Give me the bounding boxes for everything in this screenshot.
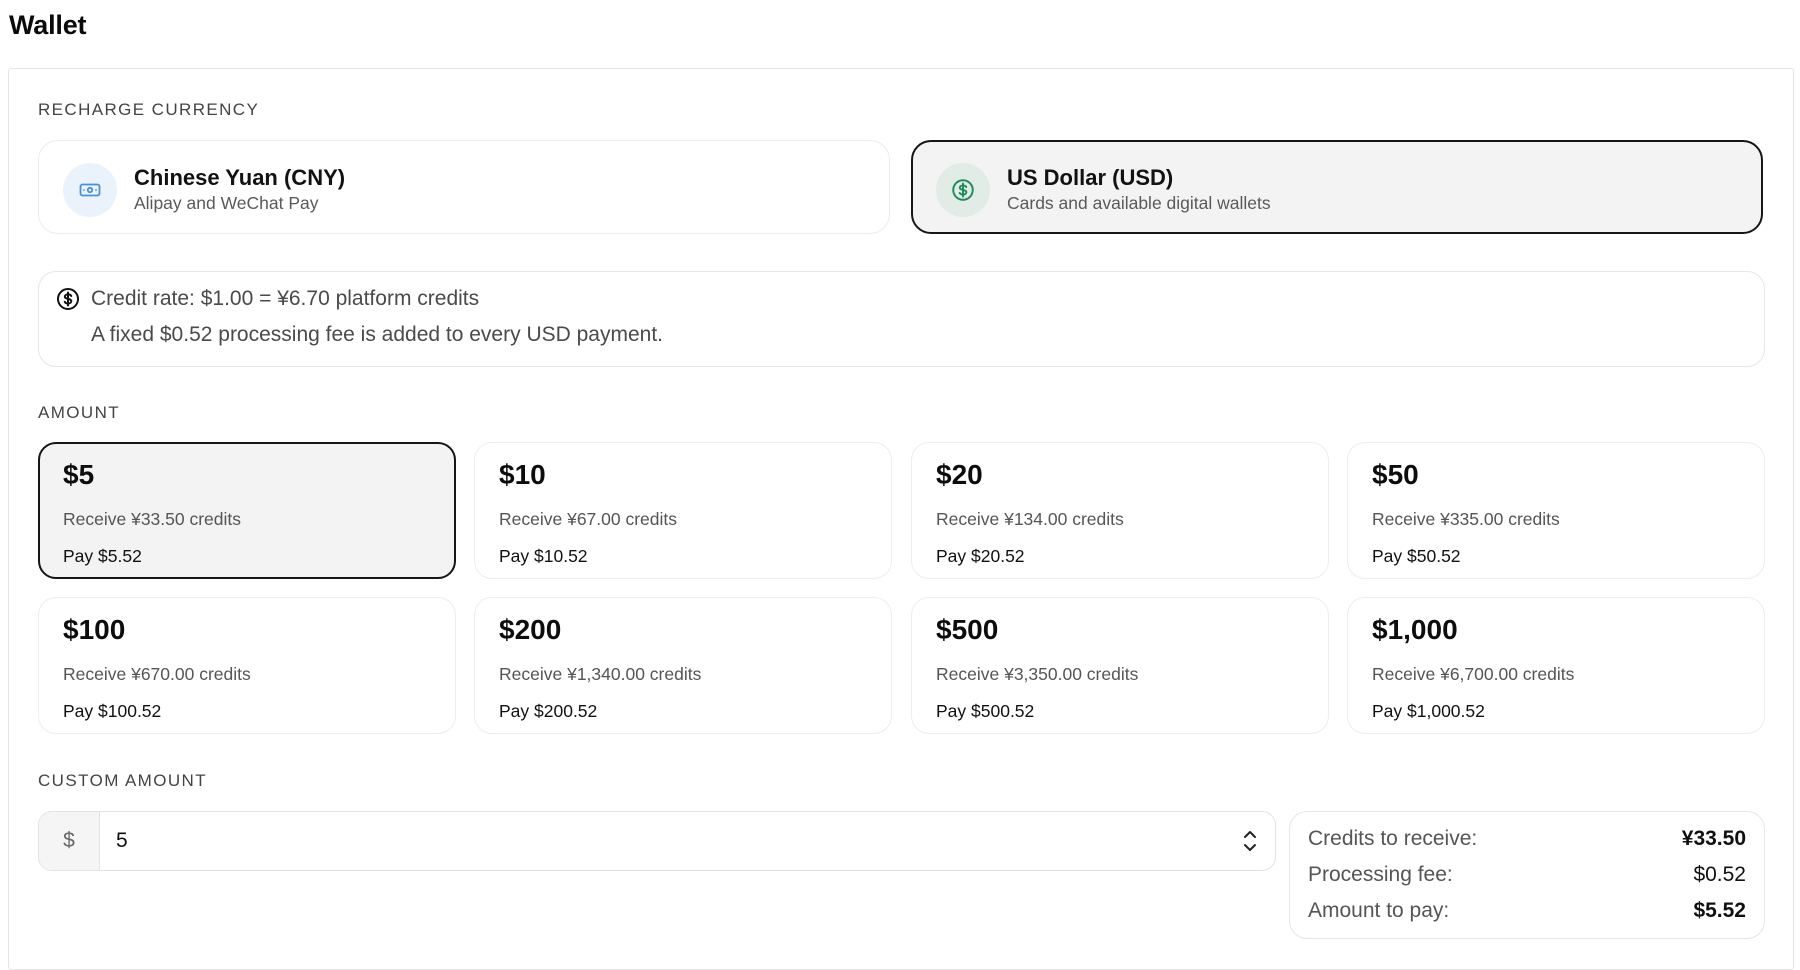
amount-pay: Pay $10.52: [499, 546, 588, 566]
amount-value: $500: [936, 614, 999, 645]
summary-row-fee: Processing fee: $0.52: [1308, 863, 1746, 893]
custom-amount-input[interactable]: [100, 812, 1210, 870]
custom-amount-field: $: [38, 811, 1276, 871]
custom-amount-label: CUSTOM AMOUNT: [38, 771, 208, 790]
amount-value: $50: [1372, 459, 1419, 490]
amount-option-500[interactable]: $500 Receive ¥3,350.00 credits Pay $500.…: [911, 597, 1329, 734]
amount-option-10[interactable]: $10 Receive ¥67.00 credits Pay $10.52: [474, 442, 892, 579]
summary-row-credits: Credits to receive: ¥33.50: [1308, 827, 1746, 857]
currency-prefix: $: [39, 812, 100, 870]
amount-receive: Receive ¥134.00 credits: [936, 509, 1124, 529]
fee-label: Processing fee:: [1308, 863, 1453, 886]
amount-value: $20: [936, 459, 983, 490]
amount-value: $200: [499, 614, 562, 645]
page-title: Wallet: [9, 10, 87, 40]
amount-option-100[interactable]: $100 Receive ¥670.00 credits Pay $100.52: [38, 597, 456, 734]
amount-value: $5: [63, 459, 95, 490]
credit-rate-text: Credit rate: $1.00 = ¥6.70 platform cred…: [91, 287, 480, 310]
currency-subtitle: Cards and available digital wallets: [1007, 193, 1271, 213]
amount-option-5[interactable]: $5 Receive ¥33.50 credits Pay $5.52: [38, 442, 456, 579]
amount-option-1000[interactable]: $1,000 Receive ¥6,700.00 credits Pay $1,…: [1347, 597, 1765, 734]
banknote-icon: [63, 163, 117, 217]
amount-receive: Receive ¥33.50 credits: [63, 509, 242, 529]
amount-pay: Pay $200.52: [499, 701, 598, 721]
amount-option-20[interactable]: $20 Receive ¥134.00 credits Pay $20.52: [911, 442, 1329, 579]
amount-option-50[interactable]: $50 Receive ¥335.00 credits Pay $50.52: [1347, 442, 1765, 579]
amount-option-200[interactable]: $200 Receive ¥1,340.00 credits Pay $200.…: [474, 597, 892, 734]
dollar-circle-icon: [57, 288, 79, 310]
amount-receive: Receive ¥670.00 credits: [63, 664, 251, 684]
credits-value: ¥33.50: [1681, 827, 1746, 850]
currency-name: US Dollar (USD): [1007, 165, 1174, 190]
currency-option-cny[interactable]: Chinese Yuan (CNY) Alipay and WeChat Pay: [38, 140, 890, 234]
credits-label: Credits to receive:: [1308, 827, 1478, 850]
fee-value: $0.52: [1693, 863, 1746, 886]
pay-value: $5.52: [1693, 899, 1746, 922]
amount-receive: Receive ¥1,340.00 credits: [499, 664, 702, 684]
currency-subtitle: Alipay and WeChat Pay: [134, 193, 319, 213]
amount-pay: Pay $50.52: [1372, 546, 1461, 566]
processing-fee-note: A fixed $0.52 processing fee is added to…: [91, 323, 663, 346]
dollar-circle-icon: [936, 163, 990, 217]
amount-receive: Receive ¥67.00 credits: [499, 509, 678, 529]
amount-receive: Receive ¥6,700.00 credits: [1372, 664, 1575, 684]
amount-receive: Receive ¥3,350.00 credits: [936, 664, 1139, 684]
amount-value: $1,000: [1372, 614, 1458, 645]
currency-name: Chinese Yuan (CNY): [134, 165, 346, 190]
summary-row-pay: Amount to pay: $5.52: [1308, 899, 1746, 929]
amount-pay: Pay $20.52: [936, 546, 1025, 566]
amount-value: $10: [499, 459, 546, 490]
recharge-currency-label: RECHARGE CURRENCY: [38, 100, 260, 119]
currency-option-usd[interactable]: US Dollar (USD) Cards and available digi…: [911, 140, 1763, 234]
amount-receive: Receive ¥335.00 credits: [1372, 509, 1560, 529]
amount-pay: Pay $1,000.52: [1372, 701, 1485, 721]
amount-pay: Pay $500.52: [936, 701, 1035, 721]
payment-summary: Credits to receive: ¥33.50 Processing fe…: [1289, 811, 1765, 939]
amount-pay: Pay $100.52: [63, 701, 162, 721]
amount-pay: Pay $5.52: [63, 546, 142, 566]
pay-label: Amount to pay:: [1308, 899, 1450, 922]
amount-value: $100: [63, 614, 126, 645]
stepper-icon[interactable]: [1241, 828, 1259, 854]
credit-rate-info: Credit rate: $1.00 = ¥6.70 platform cred…: [38, 271, 1765, 367]
amount-label: AMOUNT: [38, 403, 121, 422]
